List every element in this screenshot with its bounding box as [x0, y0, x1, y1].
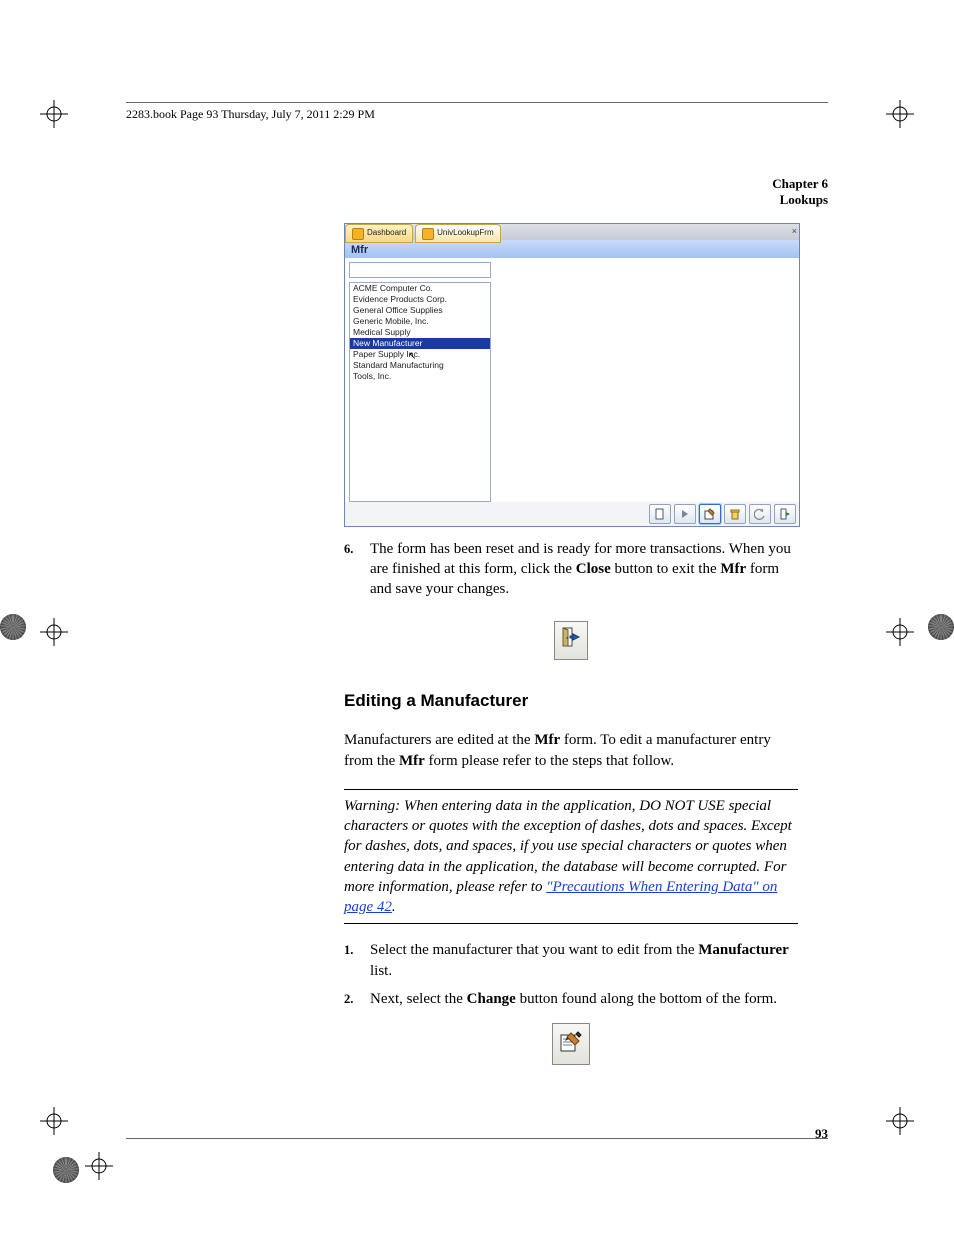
list-item[interactable]: Medical Supply	[350, 327, 490, 338]
text: Select the manufacturer that you want to…	[370, 942, 698, 958]
bold-change: Change	[467, 991, 516, 1007]
crop-mark	[40, 618, 68, 646]
form-toolbar	[345, 502, 799, 526]
close-door-icon	[554, 621, 588, 659]
mfr-form-screenshot: Dashboard UnivLookupFrm × Mfr ACME Compu…	[344, 223, 800, 527]
bold-mfr: Mfr	[399, 753, 425, 769]
crop-mark	[886, 1107, 914, 1135]
tab-label: UnivLookupFrm	[437, 228, 493, 239]
change-edit-icon	[552, 1023, 590, 1065]
list-item[interactable]: Tools, Inc.	[350, 371, 490, 382]
tab-dashboard[interactable]: Dashboard	[345, 224, 413, 243]
step-body: Next, select the Change button found alo…	[370, 989, 798, 1009]
bold-close: Close	[576, 561, 611, 577]
list-item[interactable]: Paper Supply Inc.	[350, 349, 490, 360]
registration-rosette	[928, 614, 954, 640]
text: list.	[370, 963, 392, 979]
chapter-number: Chapter 6	[772, 176, 828, 191]
change-button[interactable]	[699, 504, 721, 524]
form-body: ACME Computer Co. Evidence Products Corp…	[345, 258, 799, 506]
text: button found along the bottom of the for…	[516, 991, 777, 1007]
close-button[interactable]	[774, 504, 796, 524]
warning-block: Warning: When entering data in the appli…	[344, 789, 798, 925]
close-icon[interactable]: ×	[792, 225, 797, 237]
text: button to exit the	[611, 561, 721, 577]
undo-button[interactable]	[749, 504, 771, 524]
step-6: 6. The form has been reset and is ready …	[344, 539, 798, 600]
intro-paragraph: Manufacturers are edited at the Mfr form…	[344, 730, 798, 771]
list-item[interactable]: ACME Computer Co.	[350, 283, 490, 294]
crop-mark	[40, 1107, 68, 1135]
bold-mfr: Mfr	[720, 561, 746, 577]
manufacturer-list[interactable]: ACME Computer Co. Evidence Products Corp…	[349, 282, 491, 502]
step-number: 2.	[344, 989, 370, 1009]
crop-mark	[886, 618, 914, 646]
list-item[interactable]: Generic Mobile, Inc.	[350, 316, 490, 327]
search-input[interactable]	[349, 262, 491, 278]
crop-mark	[85, 1152, 113, 1180]
list-item-label: New Manufacturer	[353, 338, 422, 348]
chapter-heading: Chapter 6 Lookups	[126, 176, 828, 209]
registration-rosette	[53, 1157, 79, 1183]
next-button[interactable]	[674, 504, 696, 524]
tab-univlookupfrm[interactable]: UnivLookupFrm	[415, 224, 500, 243]
new-button[interactable]	[649, 504, 671, 524]
step-1: 1. Select the manufacturer that you want…	[344, 940, 798, 981]
chapter-title: Lookups	[780, 192, 828, 207]
change-icon-figure	[344, 1023, 798, 1065]
tab-strip: Dashboard UnivLookupFrm	[345, 224, 799, 240]
close-icon-figure	[344, 621, 798, 659]
step-2: 2. Next, select the Change button found …	[344, 989, 798, 1009]
step-body: Select the manufacturer that you want to…	[370, 940, 798, 981]
step-number: 6.	[344, 539, 370, 600]
crop-mark	[886, 100, 914, 128]
page-number: 93	[815, 1126, 828, 1142]
list-item[interactable]: Evidence Products Corp.	[350, 294, 490, 305]
section-heading: Editing a Manufacturer	[344, 690, 798, 713]
tab-label: Dashboard	[367, 228, 406, 239]
crop-mark	[40, 100, 68, 128]
list-item[interactable]: General Office Supplies	[350, 305, 490, 316]
text: Next, select the	[370, 991, 467, 1007]
bold-mfr: Mfr	[534, 732, 560, 748]
registration-rosette	[0, 614, 26, 640]
list-item-selected[interactable]: New Manufacturer↖	[350, 338, 490, 349]
text: .	[392, 899, 396, 915]
page-frame: 2283.book Page 93 Thursday, July 7, 2011…	[126, 102, 828, 1139]
delete-button[interactable]	[724, 504, 746, 524]
text: form please refer to the steps that foll…	[425, 753, 674, 769]
step-number: 1.	[344, 940, 370, 981]
tab-icon	[352, 228, 364, 240]
warning-label: Warning:	[344, 798, 404, 814]
bold-manufacturer: Manufacturer	[698, 942, 789, 958]
text: Manufacturers are edited at the	[344, 732, 534, 748]
tab-icon	[422, 228, 434, 240]
step-body: The form has been reset and is ready for…	[370, 539, 798, 600]
list-item[interactable]: Standard Manufacturing	[350, 360, 490, 371]
running-head: 2283.book Page 93 Thursday, July 7, 2011…	[126, 103, 828, 128]
